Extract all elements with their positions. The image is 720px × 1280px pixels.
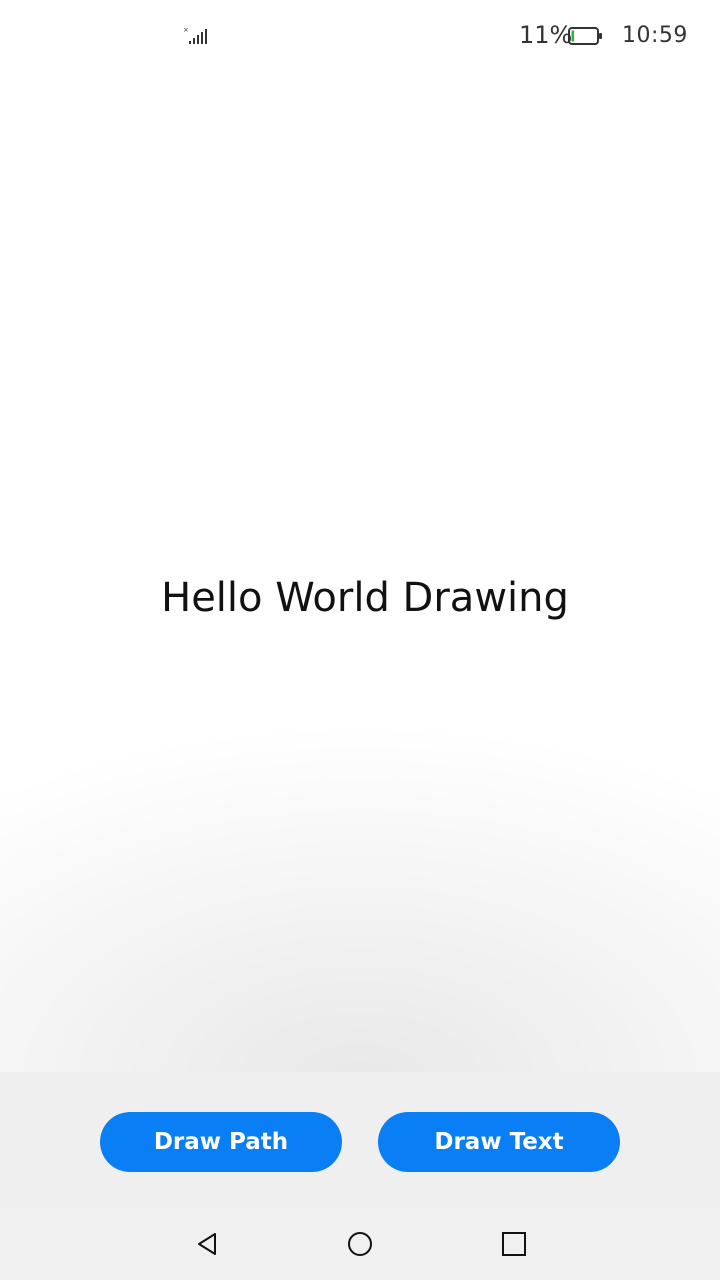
drawn-text: Hello World Drawing — [161, 575, 569, 621]
draw-path-button[interactable]: Draw Path — [100, 1112, 342, 1172]
svg-text:×: × — [183, 26, 189, 34]
drawing-canvas: Hello World Drawing — [0, 72, 720, 1072]
navigation-bar — [0, 1208, 720, 1280]
recents-icon[interactable] — [498, 1228, 530, 1260]
status-bar: × 11% 10:59 — [0, 0, 720, 72]
app-screen: × 11% 10:59 Hello World Drawing Draw Pat… — [0, 0, 720, 1280]
battery-icon — [568, 27, 602, 45]
signal-icon: × — [183, 26, 207, 44]
back-icon[interactable] — [191, 1228, 223, 1260]
home-icon[interactable] — [344, 1228, 376, 1260]
draw-text-button[interactable]: Draw Text — [378, 1112, 620, 1172]
button-bar: Draw Path Draw Text — [0, 1072, 720, 1208]
clock: 10:59 — [622, 23, 688, 48]
battery-percent: 11% — [519, 21, 573, 49]
